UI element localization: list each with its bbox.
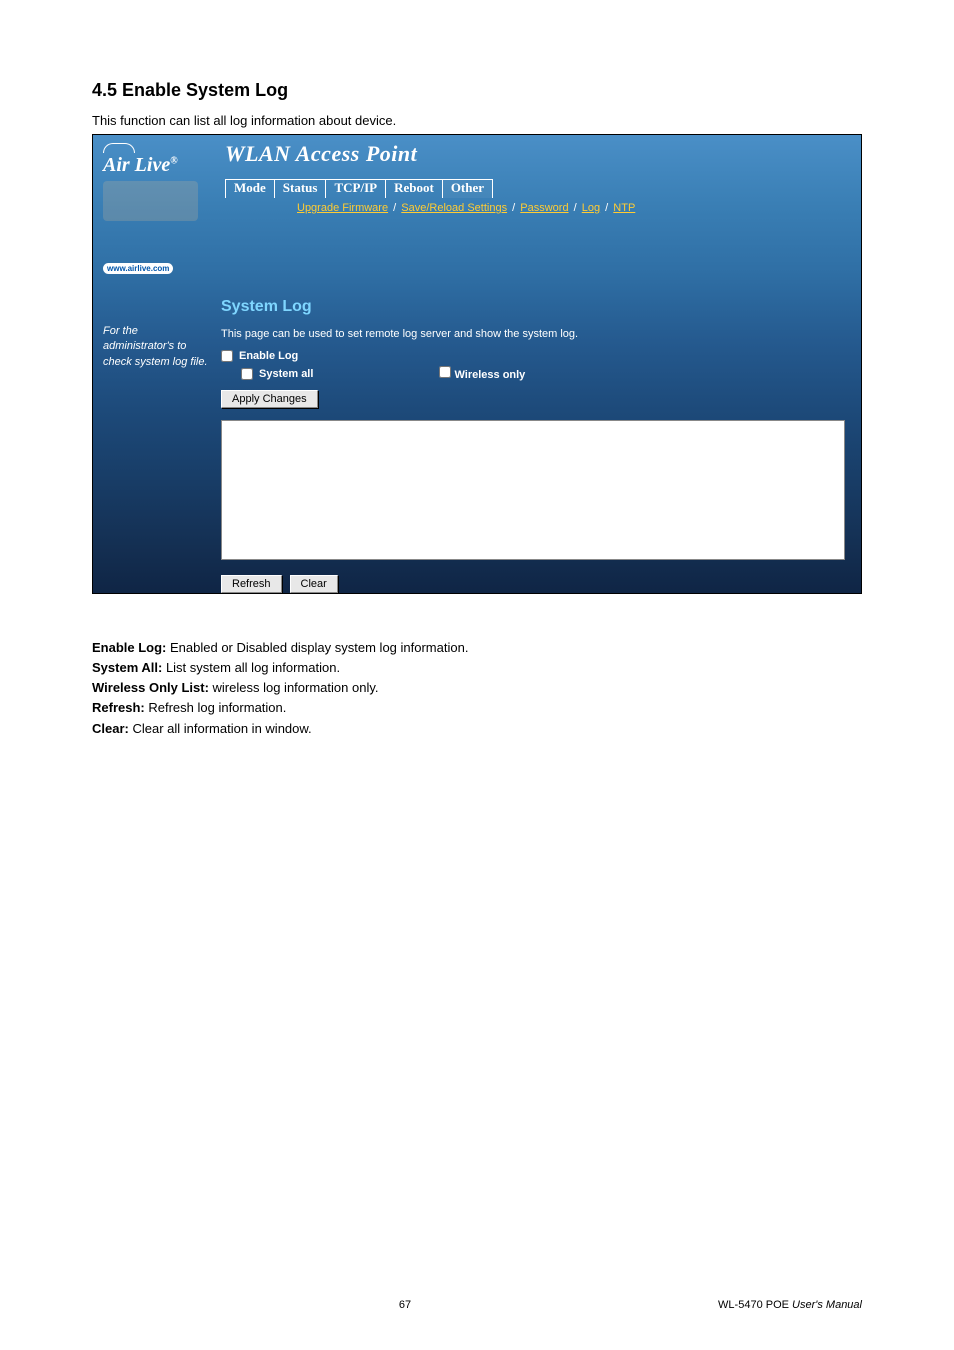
system-all-label: System all [259,368,313,380]
refresh-button[interactable]: Refresh [221,575,282,593]
enable-log-checkbox[interactable] [221,350,233,362]
desc-term: Clear: [92,721,129,736]
desc-clear: Clear: Clear all information in window. [92,719,862,739]
desc-term: System All: [92,660,162,675]
page-number: 67 [92,1299,718,1311]
subnav-sep: / [512,202,515,214]
page-footer: 67 WL-5470 POE User's Manual [92,1299,862,1341]
desc-text: Clear all information in window. [129,721,312,736]
main-content: System Log This page can be used to set … [221,298,861,593]
field-descriptions: Enable Log: Enabled or Disabled display … [92,638,862,739]
tab-tcpip[interactable]: TCP/IP [325,179,385,198]
users-manual-label: User's Manual [792,1299,862,1311]
subnav-upgrade-firmware[interactable]: Upgrade Firmware [297,202,388,214]
desc-text: wireless log information only. [209,680,379,695]
logo-image-placeholder [103,181,198,221]
wlan-title: WLAN Access Point [225,141,861,167]
tab-mode[interactable]: Mode [225,179,274,198]
system-all-checkbox[interactable] [241,368,253,380]
router-admin-screenshot: Air Live® www.airlive.com WLAN Access Po… [92,134,862,594]
page-description: This page can be used to set remote log … [221,328,845,340]
airlive-logo: Air Live® [103,155,211,175]
subnav-sep: / [574,202,577,214]
subnav-save-reload[interactable]: Save/Reload Settings [401,202,507,214]
tab-status[interactable]: Status [274,179,326,198]
wireless-only-checkbox[interactable] [439,366,451,378]
subnav-sep: / [605,202,608,214]
section-title: 4.5 Enable System Log [92,80,862,101]
nav-tabs: Mode Status TCP/IP Reboot Other [225,179,861,198]
desc-term: Enable Log: [92,640,166,655]
subnav-links: Upgrade Firmware / Save/Reload Settings … [297,202,861,214]
url-pill[interactable]: www.airlive.com [103,263,173,274]
desc-refresh: Refresh: Refresh log information. [92,698,862,718]
logo-area: Air Live® www.airlive.com [93,135,221,284]
section-intro: This function can list all log informati… [92,113,862,128]
clear-button[interactable]: Clear [290,575,338,593]
sidebar-help-text: For the administrator's to check system … [93,298,221,593]
page-subtitle: System Log [221,298,845,316]
log-output-textarea[interactable] [221,420,845,560]
subnav-log[interactable]: Log [582,202,600,214]
enable-log-label: Enable Log [239,350,298,362]
desc-text: Enabled or Disabled display system log i… [166,640,468,655]
desc-text: List system all log information. [162,660,340,675]
desc-enable-log: Enable Log: Enabled or Disabled display … [92,638,862,658]
model-name: WL-5470 POE [718,1299,792,1311]
tab-reboot[interactable]: Reboot [385,179,442,198]
tab-other[interactable]: Other [442,179,493,198]
subnav-password[interactable]: Password [520,202,568,214]
wireless-only-label: Wireless only [454,369,525,381]
apply-changes-button[interactable]: Apply Changes [221,390,318,408]
desc-text: Refresh log information. [145,700,287,715]
manual-title: WL-5470 POE User's Manual [718,1299,862,1311]
registered-icon: ® [170,155,177,166]
desc-term: Wireless Only List: [92,680,209,695]
desc-term: Refresh: [92,700,145,715]
logo-arc-icon [103,143,135,153]
desc-system-all: System All: List system all log informat… [92,658,862,678]
desc-wireless-only: Wireless Only List: wireless log informa… [92,678,862,698]
airlive-logo-text: Air Live [103,154,170,176]
subnav-sep: / [393,202,396,214]
subnav-ntp[interactable]: NTP [613,202,635,214]
